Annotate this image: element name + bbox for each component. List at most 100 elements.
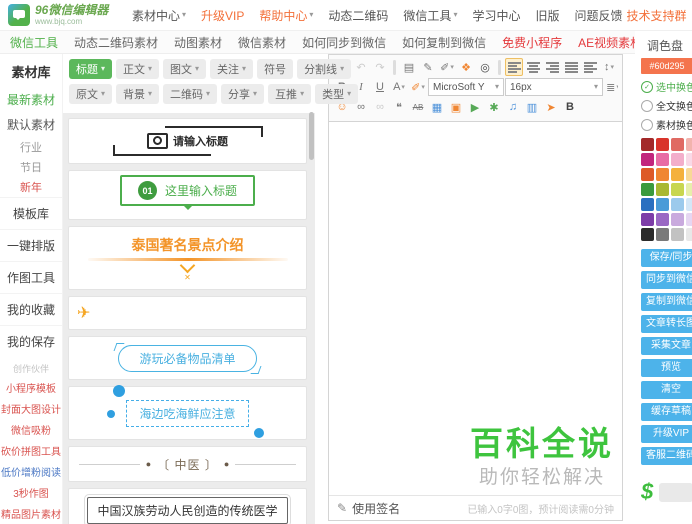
color-swatch[interactable] <box>686 228 692 241</box>
nav-item[interactable]: 帮助中心 ▾ <box>259 7 313 24</box>
sidebar-item[interactable]: 最新素材 <box>0 87 62 112</box>
unlink-icon[interactable]: ∞ <box>371 98 389 116</box>
tag-filter-button[interactable]: 图文 ▾ <box>163 59 207 79</box>
sidebar-item[interactable]: 节日 <box>0 157 62 177</box>
tag-filter-button[interactable]: 分享 ▾ <box>221 84 265 104</box>
nav-item[interactable]: 问题反馈 <box>574 7 622 24</box>
pen-icon[interactable]: ✎ <box>419 58 437 76</box>
align-left-icon[interactable] <box>505 58 523 76</box>
sidebar-item[interactable]: 新年 <box>0 177 62 197</box>
subnav-item[interactable]: 动态二维码素材 <box>74 34 158 51</box>
tag-filter-button[interactable]: 分割线 ▾ <box>297 59 352 79</box>
sidebar-item[interactable]: 精品图片素材 <box>0 503 62 524</box>
brand[interactable]: 96微信编辑器 www.bjq.com <box>8 4 116 26</box>
color-swatch[interactable] <box>641 153 654 166</box>
nav-item[interactable]: 技术支持群 <box>627 7 687 24</box>
color-swatch[interactable] <box>686 168 692 181</box>
color-swatch[interactable] <box>641 183 654 196</box>
sidebar-item[interactable]: 小程序模板 <box>0 377 62 398</box>
font-size-select[interactable]: 16px ▾ <box>505 78 603 96</box>
ordered-list-icon[interactable]: ≣ ▾ <box>604 78 618 96</box>
subnav-item[interactable]: 如何复制到微信 <box>402 34 486 51</box>
sidebar-item[interactable]: 砍价拼图工具 <box>0 440 62 461</box>
indent-icon[interactable] <box>581 58 599 76</box>
paste-icon[interactable]: ▤ <box>400 58 418 76</box>
highlight-color-icon[interactable]: ✐ ▾ <box>409 78 427 96</box>
color-swatch[interactable] <box>656 228 669 241</box>
tag-filter-button[interactable]: 标题 ▾ <box>69 59 113 79</box>
clear-format-icon[interactable]: ❖ <box>457 58 475 76</box>
baidu-icon[interactable]: B <box>561 98 579 116</box>
subnav-item[interactable]: 如何同步到微信 <box>302 34 386 51</box>
template-card-camera-title[interactable]: 请输入标题 <box>68 118 307 164</box>
tag-filter-button[interactable]: 互推 ▾ <box>268 84 312 104</box>
sidebar-item[interactable]: 一键排版 <box>0 229 62 261</box>
nav-item[interactable]: 动态二维码 <box>328 7 388 24</box>
separator[interactable] <box>393 59 396 75</box>
music-icon[interactable]: ♫ <box>504 98 522 116</box>
align-center-icon[interactable] <box>524 58 542 76</box>
palette-mode-option[interactable]: 全文换色 <box>641 98 692 113</box>
blockquote-icon[interactable]: ❝ <box>390 98 408 116</box>
panel-action-button[interactable]: 预览 <box>641 359 692 377</box>
align-right-icon[interactable] <box>543 58 561 76</box>
format-painter-icon[interactable]: ✐ ▾ <box>438 58 456 76</box>
color-swatch[interactable] <box>671 138 684 151</box>
file-icon[interactable]: ▥ <box>523 98 541 116</box>
panel-action-button[interactable]: 客服二维码 <box>641 447 692 465</box>
panel-action-button[interactable]: 升级VIP <box>641 425 692 443</box>
subnav-item[interactable]: 免费小程序 <box>502 34 562 51</box>
template-card-plane-divider[interactable]: ✈ <box>68 296 307 330</box>
color-swatch[interactable] <box>686 183 692 196</box>
template-card-boxed-headline[interactable]: 中国汉族劳动人民创造的传统医学 <box>68 488 307 524</box>
color-swatch[interactable] <box>641 138 654 151</box>
font-color-icon[interactable]: A ▾ <box>390 78 408 96</box>
nav-item[interactable]: 素材中心 ▾ <box>132 7 186 24</box>
color-swatch[interactable] <box>641 168 654 181</box>
color-swatch[interactable] <box>656 198 669 211</box>
nav-item[interactable]: 升级VIP <box>201 7 244 24</box>
tag-filter-button[interactable]: 正文 ▾ <box>116 59 160 79</box>
sidebar-item[interactable]: 默认素材 <box>0 112 62 137</box>
palette-mode-option[interactable]: 素材换色 <box>641 117 692 132</box>
nav-item[interactable]: 微信工具 ▾ <box>403 7 457 24</box>
color-swatch[interactable] <box>671 168 684 181</box>
template-card-dotted-box[interactable]: 海边吃海鲜应注意 <box>68 384 307 440</box>
tag-filter-button[interactable]: 二维码 ▾ <box>163 84 218 104</box>
tag-filter-button[interactable]: 原文 ▾ <box>69 84 113 104</box>
editor-content-area[interactable]: 百科全说 助你轻松解决 <box>329 122 622 495</box>
color-swatch[interactable] <box>656 183 669 196</box>
sidebar-item[interactable]: 封面大图设计 <box>0 398 62 419</box>
sidebar-item[interactable]: 我的收藏 <box>0 293 62 325</box>
color-swatch[interactable] <box>671 213 684 226</box>
subnav-item[interactable]: 微信素材 <box>238 34 286 51</box>
underline-button[interactable]: U <box>371 78 389 96</box>
align-justify-icon[interactable] <box>562 58 580 76</box>
nav-item[interactable]: 学习中心 <box>472 7 520 24</box>
tag-filter-button[interactable]: 符号 <box>257 59 294 79</box>
color-swatch[interactable] <box>671 198 684 211</box>
sidebar-item[interactable]: 微信吸粉 <box>0 419 62 440</box>
use-signature-link[interactable]: 使用签名 <box>352 500 400 517</box>
separator[interactable] <box>498 59 501 75</box>
subnav-item[interactable]: 微信工具 <box>10 34 58 51</box>
line-height-icon[interactable]: ↕ ▾ <box>600 58 618 76</box>
template-card-divider-title[interactable]: ● 〔 中医 〕 ● <box>68 446 307 482</box>
panel-action-button[interactable]: 文章转长图 <box>641 315 692 333</box>
color-swatch[interactable] <box>656 213 669 226</box>
tag-filter-button[interactable]: 类型 ▾ <box>315 84 359 104</box>
subnav-item[interactable]: AE视频素材 <box>578 34 642 51</box>
color-swatch[interactable] <box>671 183 684 196</box>
color-swatch[interactable] <box>641 213 654 226</box>
send-icon[interactable]: ➤ <box>542 98 560 116</box>
scrollbar-thumb[interactable] <box>309 112 314 160</box>
color-swatch[interactable] <box>686 138 692 151</box>
nav-item[interactable]: 旧版 <box>535 7 559 24</box>
floating-widget-placeholder[interactable] <box>659 482 692 502</box>
flash-icon[interactable]: ✱ <box>485 98 503 116</box>
sidebar-item[interactable]: 低价增粉阅读 <box>0 461 62 482</box>
font-family-select[interactable]: MicroSoft Y ▾ <box>428 78 504 96</box>
template-card-orange-headline[interactable]: 泰国著名景点介绍 ✕ <box>68 226 307 290</box>
panel-action-button[interactable]: 采集文章 <box>641 337 692 355</box>
panel-action-button[interactable]: 清空 <box>641 381 692 399</box>
